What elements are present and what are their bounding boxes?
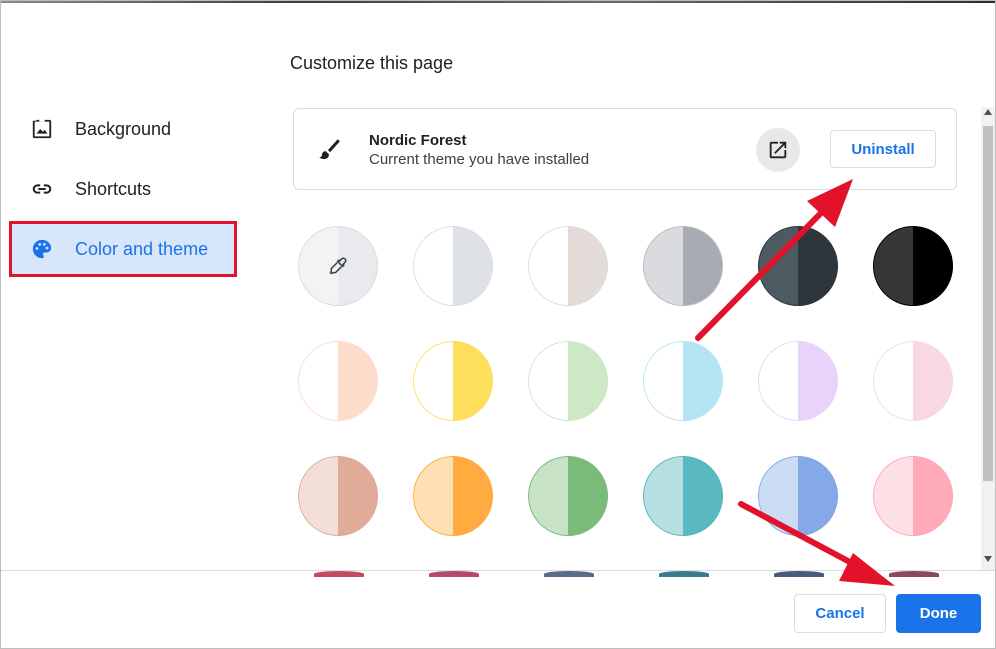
cancel-button[interactable]: Cancel	[794, 594, 886, 633]
swatch-ring	[643, 226, 723, 306]
customize-dialog: Customize this page Background Shortcuts…	[0, 0, 996, 649]
scroll-down-icon[interactable]	[984, 556, 992, 562]
color-swatch[interactable]	[643, 456, 723, 536]
swatch-ring	[413, 341, 493, 421]
color-swatch[interactable]	[758, 226, 838, 306]
palette-icon	[32, 239, 52, 259]
swatch-ring	[873, 456, 953, 536]
sidebar-item-label: Color and theme	[75, 238, 209, 259]
window-top-edge	[1, 1, 995, 3]
paintbrush-icon	[319, 139, 340, 160]
sidebar-item-label: Shortcuts	[75, 178, 152, 199]
color-swatch[interactable]	[873, 226, 953, 306]
swatch-ring	[643, 456, 723, 536]
color-swatch[interactable]	[873, 456, 953, 536]
swatch-peek	[544, 571, 594, 577]
color-swatch[interactable]	[758, 341, 838, 421]
sidebar-item-label: Background	[75, 118, 172, 139]
theme-name: Nordic Forest	[369, 132, 467, 149]
swatch-ring	[758, 341, 838, 421]
link-icon	[32, 184, 52, 194]
color-swatch[interactable]	[413, 456, 493, 536]
swatch-peek	[314, 571, 364, 577]
open-in-new-icon	[769, 141, 787, 159]
theme-subtitle: Current theme you have installed	[369, 151, 590, 168]
page-title: Customize this page	[290, 53, 454, 73]
color-swatch[interactable]	[528, 456, 608, 536]
color-swatch[interactable]	[643, 226, 723, 306]
swatch-ring	[528, 341, 608, 421]
done-button[interactable]: Done	[896, 594, 981, 633]
sidebar-item-color-and-theme[interactable]: Color and theme	[9, 221, 237, 277]
swatch-peek	[774, 571, 824, 577]
color-swatch[interactable]	[298, 456, 378, 536]
image-icon	[31, 118, 52, 139]
swatch-ring	[298, 341, 378, 421]
color-swatch[interactable]	[528, 226, 608, 306]
installed-theme-card: Nordic Forest Current theme you have ins…	[293, 108, 957, 190]
swatch-ring	[528, 456, 608, 536]
color-swatch[interactable]	[413, 341, 493, 421]
color-swatch[interactable]	[298, 341, 378, 421]
swatch-peek	[429, 571, 479, 577]
color-swatch[interactable]	[413, 226, 493, 306]
sidebar-item-shortcuts[interactable]: Shortcuts	[11, 163, 235, 215]
open-theme-button[interactable]	[756, 128, 800, 172]
color-swatch[interactable]	[528, 341, 608, 421]
swatch-ring	[758, 226, 838, 306]
swatch-ring	[528, 226, 608, 306]
swatch-peek	[659, 571, 709, 577]
uninstall-button[interactable]: Uninstall	[830, 130, 936, 168]
swatch-ring	[643, 341, 723, 421]
annotation-arrows	[695, 179, 895, 586]
swatch-peek	[889, 571, 939, 577]
custom-color-swatch[interactable]	[298, 226, 378, 306]
swatch-ring	[298, 456, 378, 536]
color-swatch[interactable]	[758, 456, 838, 536]
scroll-up-icon[interactable]	[984, 109, 992, 115]
swatch-ring	[413, 226, 493, 306]
footer-divider	[1, 570, 995, 571]
sidebar-item-background[interactable]: Background	[11, 103, 235, 155]
swatch-ring	[413, 456, 493, 536]
color-swatch[interactable]	[873, 341, 953, 421]
eyedropper-icon	[329, 257, 347, 275]
swatch-ring	[873, 341, 953, 421]
swatch-ring	[758, 456, 838, 536]
color-swatch[interactable]	[643, 341, 723, 421]
scrollbar-thumb[interactable]	[983, 126, 993, 481]
swatch-ring	[873, 226, 953, 306]
